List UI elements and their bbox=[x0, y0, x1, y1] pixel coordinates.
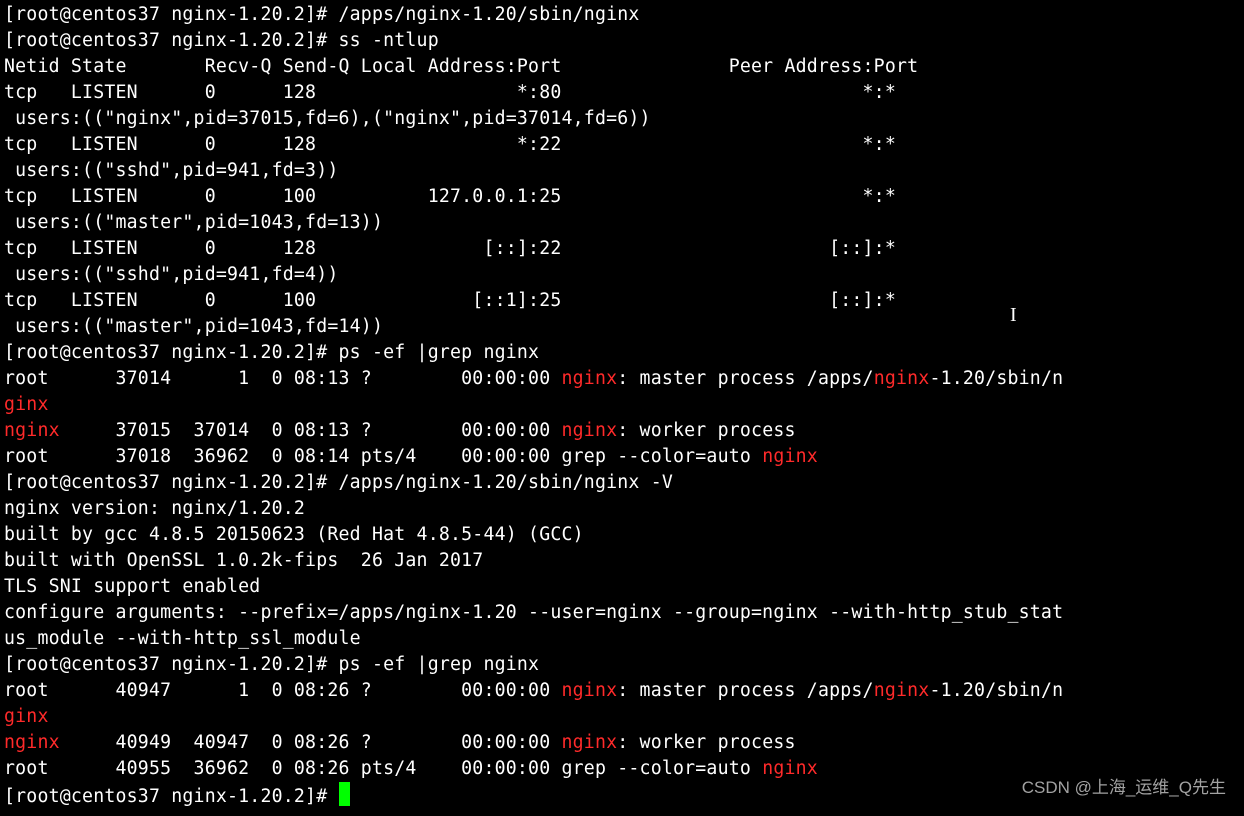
highlight-text: ginx bbox=[4, 394, 49, 415]
highlight-text: ginx bbox=[4, 706, 49, 727]
terminal-line: users:(("sshd",pid=941,fd=4)) bbox=[4, 264, 339, 285]
highlight-text: nginx bbox=[762, 446, 818, 467]
terminal-line: [root@centos37 nginx-1.20.2]# ps -ef |gr… bbox=[4, 654, 539, 675]
terminal-line: built by gcc 4.8.5 20150623 (Red Hat 4.8… bbox=[4, 524, 584, 545]
terminal-line: users:(("master",pid=1043,fd=14)) bbox=[4, 316, 383, 337]
terminal-text: configure arguments: --prefix=/apps/ngin… bbox=[4, 602, 1063, 623]
terminal-text: tcp LISTEN 0 128 *:80 *:* bbox=[4, 82, 896, 103]
terminal-text: root 37014 1 0 08:13 ? 00:00:00 bbox=[4, 368, 562, 389]
terminal-line: users:(("master",pid=1043,fd=13)) bbox=[4, 212, 383, 233]
terminal-text: : master process /apps/ bbox=[617, 680, 873, 701]
terminal-line: TLS SNI support enabled bbox=[4, 576, 260, 597]
terminal-text: : worker process bbox=[617, 420, 795, 441]
terminal-text: built by gcc 4.8.5 20150623 (Red Hat 4.8… bbox=[4, 524, 584, 545]
highlight-text: nginx bbox=[562, 420, 618, 441]
terminal-text: root 40955 36962 0 08:26 pts/4 00:00:00 … bbox=[4, 758, 762, 779]
terminal-text: [root@centos37 nginx-1.20.2]# /apps/ngin… bbox=[4, 472, 673, 493]
terminal-text: root 40947 1 0 08:26 ? 00:00:00 bbox=[4, 680, 562, 701]
highlight-text: nginx bbox=[562, 680, 618, 701]
terminal-line: ginx bbox=[4, 706, 49, 727]
terminal-text: [root@centos37 nginx-1.20.2]# bbox=[4, 786, 339, 807]
terminal-line: tcp LISTEN 0 128 *:80 *:* bbox=[4, 82, 896, 103]
terminal-text: users:(("sshd",pid=941,fd=3)) bbox=[4, 160, 339, 181]
terminal-output[interactable]: [root@centos37 nginx-1.20.2]# /apps/ngin… bbox=[0, 0, 1244, 810]
terminal-text: tcp LISTEN 0 100 127.0.0.1:25 *:* bbox=[4, 186, 896, 207]
terminal-text: root 37018 36962 0 08:14 pts/4 00:00:00 … bbox=[4, 446, 762, 467]
highlight-text: nginx bbox=[874, 680, 930, 701]
terminal-text: Netid State Recv-Q Send-Q Local Address:… bbox=[4, 56, 918, 77]
terminal-line: tcp LISTEN 0 100 [::1]:25 [::]:* bbox=[4, 290, 896, 311]
terminal-text: users:(("sshd",pid=941,fd=4)) bbox=[4, 264, 339, 285]
terminal-text: -1.20/sbin/n bbox=[929, 368, 1063, 389]
text-cursor-icon: I bbox=[1010, 304, 1017, 327]
terminal-line: nginx 37015 37014 0 08:13 ? 00:00:00 ngi… bbox=[4, 420, 796, 441]
terminal-line: tcp LISTEN 0 100 127.0.0.1:25 *:* bbox=[4, 186, 896, 207]
terminal-line: nginx 40949 40947 0 08:26 ? 00:00:00 ngi… bbox=[4, 732, 796, 753]
highlight-text: nginx bbox=[562, 368, 618, 389]
cursor-block bbox=[339, 782, 350, 806]
terminal-line: [root@centos37 nginx-1.20.2]# /apps/ngin… bbox=[4, 472, 673, 493]
terminal-text: users:(("nginx",pid=37015,fd=6),("nginx"… bbox=[4, 108, 651, 129]
terminal-line: ginx bbox=[4, 394, 49, 415]
terminal-text: [root@centos37 nginx-1.20.2]# ps -ef |gr… bbox=[4, 654, 539, 675]
terminal-line: users:(("sshd",pid=941,fd=3)) bbox=[4, 160, 339, 181]
terminal-text: TLS SNI support enabled bbox=[4, 576, 260, 597]
watermark-text: CSDN @上海_运维_Q先生 bbox=[1022, 773, 1226, 798]
terminal-text: nginx version: nginx/1.20.2 bbox=[4, 498, 305, 519]
highlight-text: nginx bbox=[874, 368, 930, 389]
terminal-text: [root@centos37 nginx-1.20.2]# ss -ntlup bbox=[4, 30, 439, 51]
highlight-text: nginx bbox=[562, 732, 618, 753]
terminal-text: tcp LISTEN 0 128 *:22 *:* bbox=[4, 134, 896, 155]
highlight-text: nginx bbox=[4, 420, 60, 441]
terminal-line: [root@centos37 nginx-1.20.2]# /apps/ngin… bbox=[4, 4, 640, 25]
terminal-line: [root@centos37 nginx-1.20.2]# ss -ntlup bbox=[4, 30, 439, 51]
terminal-line: configure arguments: --prefix=/apps/ngin… bbox=[4, 602, 1063, 623]
terminal-text: [root@centos37 nginx-1.20.2]# /apps/ngin… bbox=[4, 4, 640, 25]
terminal-text: users:(("master",pid=1043,fd=13)) bbox=[4, 212, 383, 233]
terminal-text: us_module --with-http_ssl_module bbox=[4, 628, 361, 649]
terminal-line: tcp LISTEN 0 128 *:22 *:* bbox=[4, 134, 896, 155]
terminal-text: 40949 40947 0 08:26 ? 00:00:00 bbox=[60, 732, 562, 753]
terminal-line: built with OpenSSL 1.0.2k-fips 26 Jan 20… bbox=[4, 550, 483, 571]
terminal-line: us_module --with-http_ssl_module bbox=[4, 628, 361, 649]
terminal-line: root 40955 36962 0 08:26 pts/4 00:00:00 … bbox=[4, 758, 818, 779]
terminal-text: -1.20/sbin/n bbox=[929, 680, 1063, 701]
terminal-text: 37015 37014 0 08:13 ? 00:00:00 bbox=[60, 420, 562, 441]
highlight-text: nginx bbox=[4, 732, 60, 753]
terminal-text: : master process /apps/ bbox=[617, 368, 873, 389]
terminal-text: [root@centos37 nginx-1.20.2]# ps -ef |gr… bbox=[4, 342, 539, 363]
highlight-text: nginx bbox=[762, 758, 818, 779]
terminal-line: [root@centos37 nginx-1.20.2]# ps -ef |gr… bbox=[4, 342, 539, 363]
terminal-line: root 37014 1 0 08:13 ? 00:00:00 nginx: m… bbox=[4, 368, 1063, 389]
terminal-text: tcp LISTEN 0 100 [::1]:25 [::]:* bbox=[4, 290, 896, 311]
terminal-line: Netid State Recv-Q Send-Q Local Address:… bbox=[4, 56, 918, 77]
terminal-line: nginx version: nginx/1.20.2 bbox=[4, 498, 305, 519]
terminal-line: root 40947 1 0 08:26 ? 00:00:00 nginx: m… bbox=[4, 680, 1063, 701]
terminal-line: tcp LISTEN 0 128 [::]:22 [::]:* bbox=[4, 238, 896, 259]
terminal-line: [root@centos37 nginx-1.20.2]# bbox=[4, 786, 350, 807]
terminal-text: built with OpenSSL 1.0.2k-fips 26 Jan 20… bbox=[4, 550, 483, 571]
terminal-text: : worker process bbox=[617, 732, 795, 753]
terminal-line: root 37018 36962 0 08:14 pts/4 00:00:00 … bbox=[4, 446, 818, 467]
terminal-line: users:(("nginx",pid=37015,fd=6),("nginx"… bbox=[4, 108, 651, 129]
terminal-text: tcp LISTEN 0 128 [::]:22 [::]:* bbox=[4, 238, 896, 259]
terminal-text: users:(("master",pid=1043,fd=14)) bbox=[4, 316, 383, 337]
